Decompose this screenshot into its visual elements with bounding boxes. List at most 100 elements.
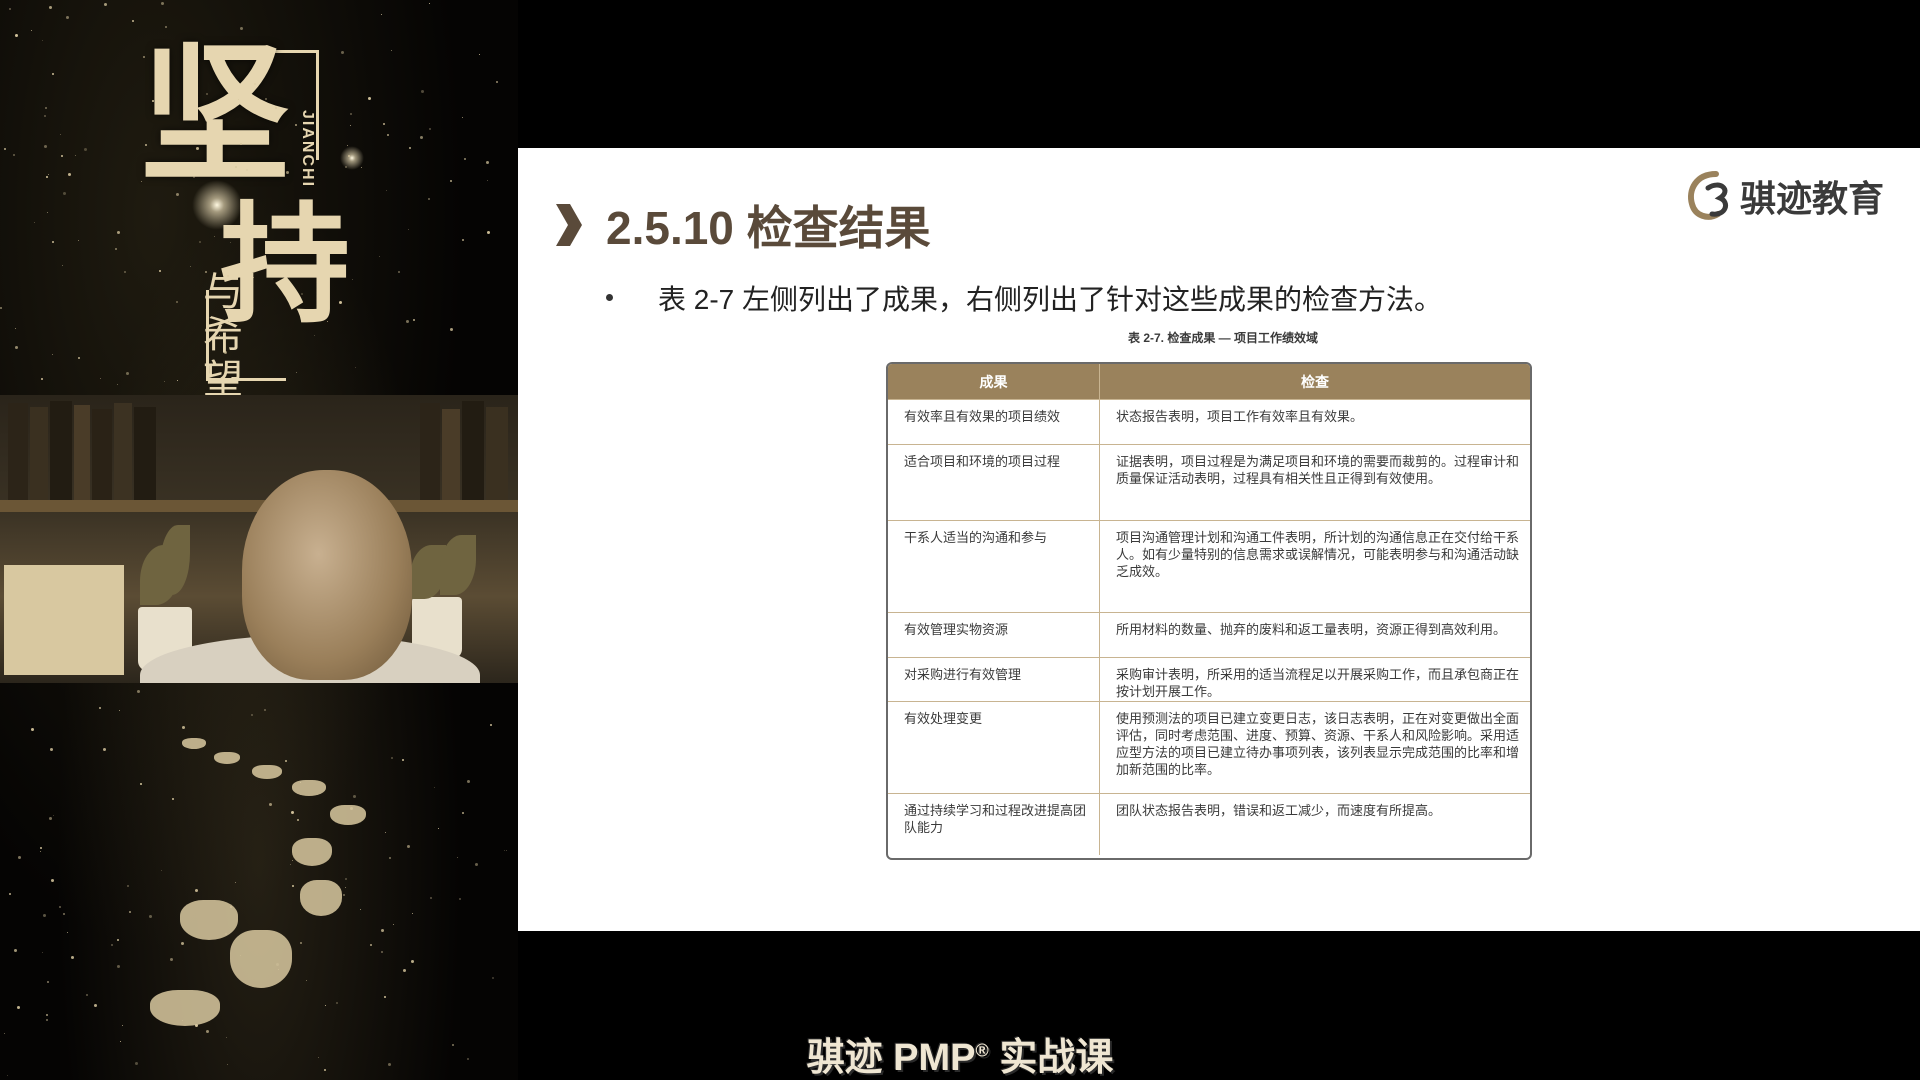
star-particle [142,56,145,59]
star-particle [17,1006,21,1010]
cell-outcome: 适合项目和环境的项目过程 [888,445,1100,520]
star-particle [110,943,113,946]
star-particle [33,221,35,223]
star-particle [389,856,392,859]
brand-logo-icon [1688,171,1728,220]
star-particle [62,264,64,266]
star-particle [195,147,199,151]
star-particle [428,128,431,131]
star-particle [392,923,394,925]
star-particle [384,996,387,999]
star-particle [40,846,43,849]
cell-outcome: 有效管理实物资源 [888,613,1100,657]
star-particle [378,255,380,257]
star-particle [382,122,385,125]
star-particle [347,154,350,157]
plant-leaf [440,535,476,595]
cell-check: 使用预测法的项目已建立变更日志，该日志表明，正在对变更做出全面评估，同时考虑范围… [1116,711,1520,777]
cell-outcome: 对采购进行有效管理 [888,658,1100,701]
star-particle [324,1004,326,1006]
star-particle [391,50,393,52]
cell-outcome: 有效处理变更 [888,702,1100,793]
star-particle [305,980,307,982]
star-particle [39,851,41,853]
star-particle [313,334,315,336]
star-particle [402,968,406,972]
star-particle [63,191,67,195]
star-particle [290,811,294,815]
star-particle [40,378,43,381]
star-particle [457,856,459,858]
star-particle [30,29,32,31]
cell-check: 证据表明，项目过程是为满足项目和环境的需要而裁剪的。过程审计和质量保证活动表明，… [1116,454,1520,486]
star-particle [490,724,493,727]
star-particle [485,161,489,165]
presentation-slide: 2.5.10 检查结果 骐迹教育 表 2-7 左侧列出了成果，右侧列出了针对这些… [518,148,1920,931]
star-particle [263,708,266,711]
star-particle [99,378,101,380]
footprint [214,752,240,764]
header-outcome: 成果 [888,364,1100,399]
star-particle [9,8,12,11]
star-particle [46,980,49,983]
star-particle [503,850,505,852]
star-particle [45,1014,48,1017]
star-particle [170,957,174,961]
star-particle [250,713,253,716]
star-particle [78,239,80,241]
star-particle [172,797,175,800]
star-particle [421,89,425,93]
book [420,403,440,500]
star-particle [83,147,87,151]
star-particle [8,893,11,896]
star-particle [229,241,231,243]
table-row: 干系人适当的沟通和参与 项目沟通管理计划和沟通工件表明，所计划的沟通信息正在交付… [888,520,1530,612]
star-particle [450,179,453,182]
star-particle [4,147,7,150]
star-particle [225,933,228,936]
star-particle [360,166,362,168]
star-particle [41,40,43,42]
star-particle [180,941,184,945]
star-particle [239,26,243,30]
star-particle [53,814,55,816]
star-particle [292,859,294,861]
star-particle [345,878,348,881]
star-particle [45,1018,48,1021]
star-particle [51,241,54,244]
star-particle [429,3,431,5]
slide-title: 2.5.10 检查结果 [606,202,931,254]
star-particle [387,133,390,136]
star-particle [43,913,47,917]
star-particle [78,356,81,359]
star-particle [140,180,142,182]
plant-leaf [160,525,190,595]
brand-name: 骐迹教育 [1739,178,1884,219]
star-particle [342,894,345,897]
star-particle [14,948,18,952]
star-particle [103,3,107,7]
star-particle [234,882,236,884]
star-particle [163,380,165,382]
star-particle [462,238,465,241]
table-row: 对采购进行有效管理 采购审计表明，所采用的适当流程足以开展采购工作，而且承包商正… [888,657,1530,701]
star-particle [45,107,48,110]
webcam-video [0,395,518,683]
star-particle [117,231,121,235]
star-particle [411,960,415,963]
star-particle [132,19,135,22]
star-particle [352,278,354,280]
star-particle [75,155,77,157]
star-particle [311,910,313,912]
registered-mark: ® [975,1040,989,1061]
star-particle [297,819,300,822]
cell-check: 采购审计表明，所采用的适当流程足以开展采购工作，而且承包商正在按计划开展工作。 [1116,667,1520,699]
cell-check: 团队状态报告表明，错误和返工减少，而速度有所提高。 [1116,803,1442,818]
star-particle [205,270,208,273]
star-particle [380,950,383,953]
star-particle [176,379,178,381]
star-particle [161,1,165,5]
book [462,401,484,500]
star-particle [464,158,467,161]
star-particle [234,166,237,168]
